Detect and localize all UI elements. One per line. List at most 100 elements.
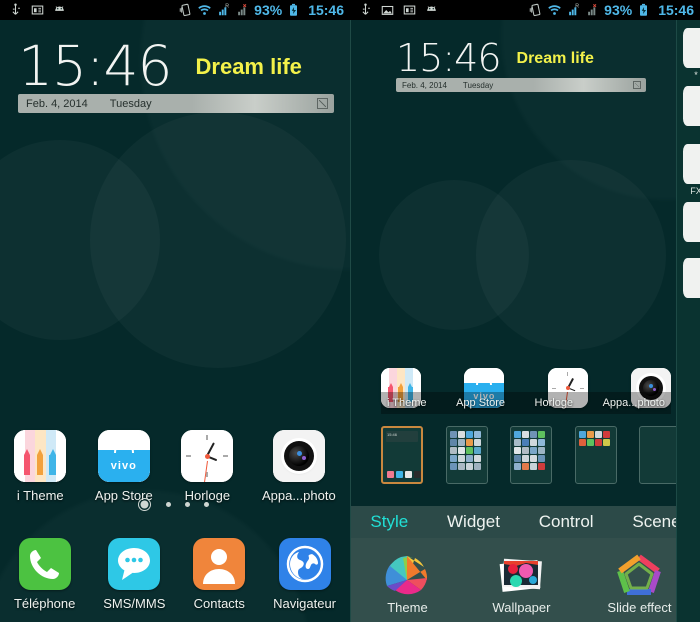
clock-weekday: Tuesday bbox=[109, 97, 152, 110]
clock-widget-preview[interactable]: 15:46 Dream life Feb. 4, 2014 Tuesday bbox=[396, 36, 646, 93]
app-item-camera[interactable]: Appa...photo bbox=[262, 430, 336, 503]
dock-label: Contacts bbox=[193, 596, 245, 611]
battery-percent: 93% bbox=[604, 2, 633, 18]
signal-roaming-icon: R bbox=[569, 3, 579, 16]
contacts-icon[interactable] bbox=[193, 538, 246, 590]
preview-app-label: App Store bbox=[456, 397, 505, 409]
status-left-icons bbox=[0, 3, 67, 17]
app-label: App Store bbox=[94, 488, 153, 503]
edge-app-icon[interactable] bbox=[683, 86, 700, 126]
status-bar-left: R 93% 15:46 bbox=[0, 0, 350, 20]
android-icon bbox=[55, 6, 64, 11]
dock-item-contacts[interactable]: Contacts bbox=[193, 538, 246, 611]
home-app-row: i Theme vivo App Store Horloge Appa...ph… bbox=[0, 430, 350, 503]
signal-roaming-icon: R bbox=[219, 3, 229, 16]
camera-icon[interactable] bbox=[272, 430, 325, 482]
tab-style[interactable]: Style bbox=[370, 512, 408, 532]
app-label: Appa...photo bbox=[261, 488, 336, 503]
globe-glyph bbox=[286, 545, 323, 583]
dock: Téléphone SMS/MMS Contacts Navigateur bbox=[0, 538, 350, 611]
edit-pencil-icon[interactable] bbox=[317, 98, 328, 110]
edge-app-icon[interactable] bbox=[683, 258, 700, 298]
dock-label: SMS/MMS bbox=[103, 596, 166, 611]
tab-scene[interactable]: Scene bbox=[632, 512, 680, 532]
page-dot[interactable] bbox=[203, 502, 209, 507]
app-label: i Theme bbox=[16, 488, 64, 503]
page-indicator[interactable] bbox=[0, 498, 350, 511]
option-wallpaper[interactable]: Wallpaper bbox=[492, 550, 550, 615]
browser-globe-icon[interactable] bbox=[278, 538, 331, 590]
app-item-itheme[interactable]: i Theme bbox=[14, 430, 67, 503]
status-bar-right: R 93% 15:46 bbox=[350, 0, 700, 20]
tab-widget[interactable]: Widget bbox=[447, 512, 500, 532]
status-right-icons: R 93% 15:46 bbox=[178, 2, 350, 18]
editor-tab-bar[interactable]: Style Widget Control Scene bbox=[351, 506, 700, 538]
preview-app-label: Appa...photo bbox=[602, 397, 665, 409]
page-thumb-empty[interactable] bbox=[639, 426, 681, 484]
preview-app-label: i Theme bbox=[387, 397, 427, 409]
image-icon bbox=[381, 5, 394, 15]
android-icon bbox=[427, 6, 436, 11]
signal-no-service-icon bbox=[238, 3, 247, 16]
page-thumb-home[interactable]: 15:46 bbox=[381, 426, 423, 484]
clock-date: Feb. 4, 2014 bbox=[402, 80, 447, 90]
clock-time: 15:46 bbox=[18, 34, 173, 98]
page-thumbnail-strip[interactable]: 15:46 bbox=[381, 424, 681, 486]
next-screen-edge-panel[interactable]: * FX bbox=[676, 20, 700, 622]
battery-percent: 93% bbox=[254, 2, 283, 18]
message-glyph bbox=[118, 548, 151, 580]
message-icon[interactable] bbox=[108, 538, 161, 590]
page-thumb-drawer-1[interactable] bbox=[445, 426, 488, 484]
clock-date: Feb. 4, 2014 bbox=[26, 97, 88, 110]
clock-time: 15:46 bbox=[396, 36, 502, 80]
preview-app-label-strip: i Theme App Store Horloge Appa...photo bbox=[381, 392, 671, 414]
dock-item-browser[interactable]: Navigateur bbox=[273, 538, 336, 611]
theme-editor-panel[interactable]: 15:46 Dream life Feb. 4, 2014 Tuesday vi… bbox=[351, 20, 700, 622]
page-thumb-drawer-3[interactable] bbox=[574, 426, 617, 484]
vibrate-icon bbox=[179, 3, 191, 17]
clock-date-bar[interactable]: Feb. 4, 2014 Tuesday bbox=[396, 78, 646, 93]
status-right-icons: R 93% 15:46 bbox=[528, 2, 700, 18]
option-label: Slide effect bbox=[607, 600, 672, 615]
edge-app-icon[interactable] bbox=[683, 28, 700, 68]
home-screen-panel[interactable]: 15:46 Dream life Feb. 4, 2014 Tuesday i … bbox=[0, 20, 350, 622]
photos-stack-icon bbox=[500, 558, 543, 592]
dock-item-phone[interactable]: Téléphone bbox=[14, 538, 75, 611]
phone-icon[interactable] bbox=[18, 538, 71, 590]
clock-widget[interactable]: 15:46 Dream life Feb. 4, 2014 Tuesday bbox=[18, 34, 334, 114]
dock-label: Navigateur bbox=[273, 596, 337, 611]
app-item-appstore[interactable]: vivo App Store bbox=[95, 430, 153, 503]
phone-screenshot: 15:46 Dream life Feb. 4, 2014 Tuesday i … bbox=[0, 0, 700, 622]
option-label: Theme bbox=[387, 600, 428, 615]
phone-glyph bbox=[29, 550, 59, 579]
page-dot[interactable] bbox=[184, 502, 190, 507]
edge-icon-column: * FX bbox=[681, 28, 700, 298]
edit-pencil-icon[interactable] bbox=[633, 81, 641, 90]
dock-item-sms[interactable]: SMS/MMS bbox=[103, 538, 165, 611]
page-thumb-drawer-2[interactable] bbox=[510, 426, 552, 484]
tab-control[interactable]: Control bbox=[539, 512, 594, 532]
itheme-pencils-icon[interactable] bbox=[14, 430, 67, 482]
preview-app-label: Horloge bbox=[534, 397, 574, 409]
app-item-horloge[interactable]: Horloge bbox=[181, 430, 234, 503]
edge-app-icon[interactable] bbox=[683, 202, 700, 242]
contacts-glyph bbox=[203, 549, 236, 584]
usb-icon bbox=[362, 3, 370, 15]
edge-app-icon[interactable] bbox=[683, 144, 700, 184]
wifi-icon bbox=[198, 5, 211, 15]
dock-label: Téléphone bbox=[13, 596, 76, 611]
clock-date-bar[interactable]: Feb. 4, 2014 Tuesday bbox=[18, 94, 334, 114]
status-clock: 15:46 bbox=[658, 2, 694, 18]
option-slide-effect[interactable]: Slide effect bbox=[607, 550, 672, 615]
clock-icon[interactable] bbox=[181, 430, 234, 482]
vivo-appstore-icon[interactable]: vivo bbox=[97, 430, 150, 482]
pentagon-star-icon bbox=[617, 554, 662, 595]
panel-divider bbox=[350, 20, 351, 622]
page-dot[interactable] bbox=[165, 502, 171, 507]
clock-slogan: Dream life bbox=[516, 50, 594, 68]
app-label: Horloge bbox=[184, 488, 231, 503]
page-dot-active[interactable] bbox=[137, 498, 151, 511]
edge-app-label: FX bbox=[690, 186, 700, 196]
option-label: Wallpaper bbox=[492, 600, 551, 615]
option-theme[interactable]: Theme bbox=[379, 550, 435, 615]
